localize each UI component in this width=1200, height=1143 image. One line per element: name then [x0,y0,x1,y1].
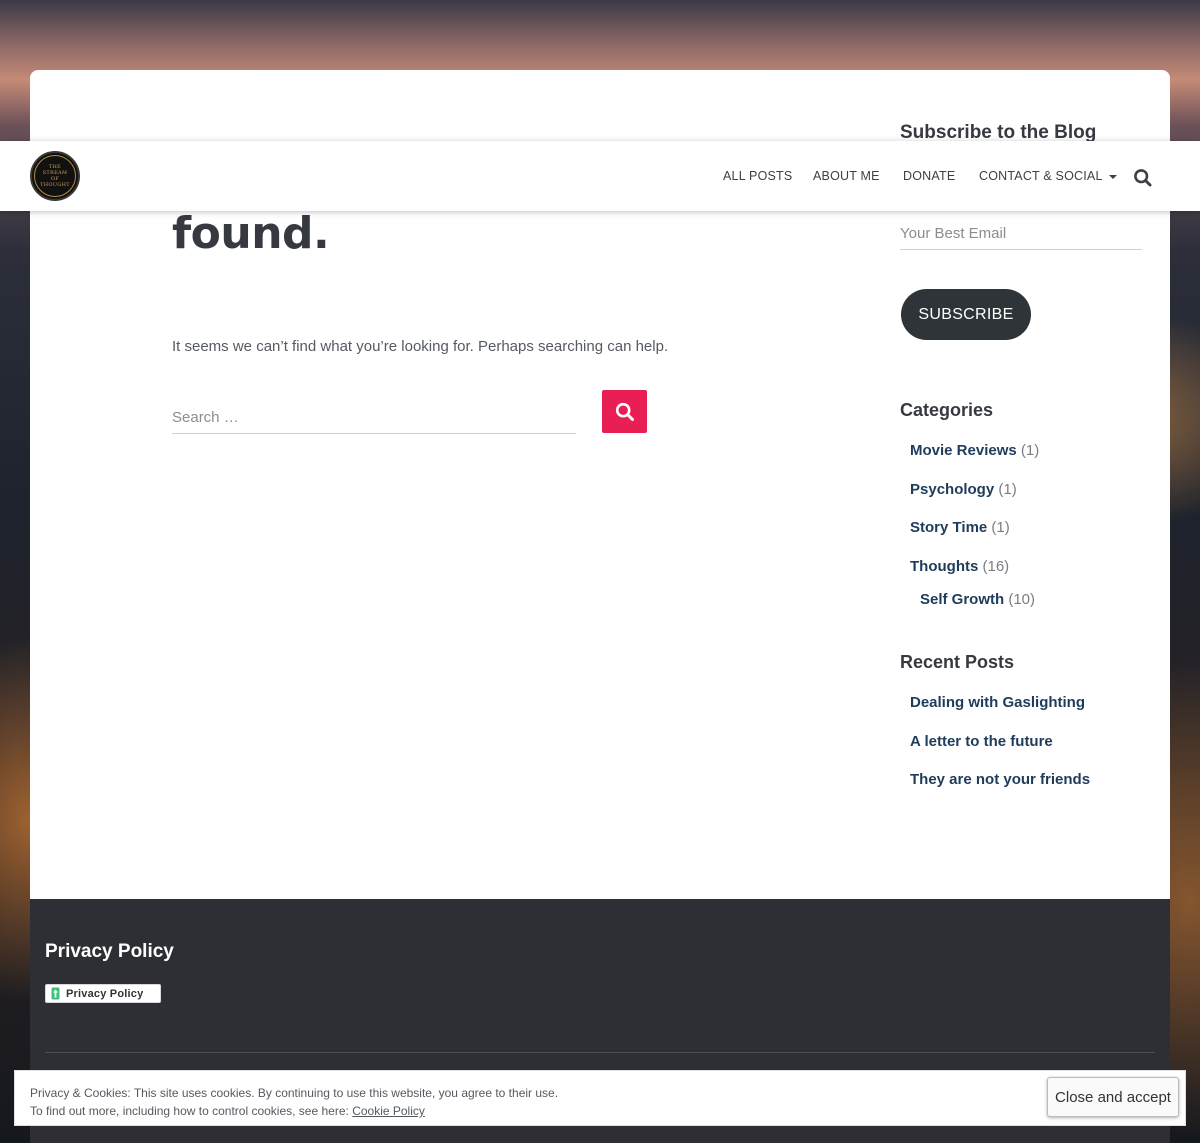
caret-down-icon [1108,174,1117,179]
list-item: They are not your friends [910,771,1090,788]
footer-title: Privacy Policy [45,941,174,962]
recent-post-link[interactable]: Dealing with Gaslighting [910,694,1085,711]
logo-text: THE STREAM OF THOUGHT [40,164,70,188]
not-found-message: It seems we can’t find what you’re looki… [172,338,669,355]
cookie-banner: Privacy & Cookies: This site uses cookie… [14,1070,1186,1126]
category-link[interactable]: Story Time [910,519,987,536]
category-link[interactable]: Movie Reviews [910,442,1017,459]
list-item: Psychology (1) [910,481,1017,498]
category-count: (1) [998,481,1017,498]
search-submit-button[interactable] [602,390,647,433]
category-count: (10) [1008,591,1036,608]
recent-post-link[interactable]: A letter to the future [910,733,1053,750]
recent-posts-heading: Recent Posts [900,652,1015,672]
list-item: Self Growth (10) [920,591,1035,608]
upload-arrow-icon [51,987,60,1000]
category-count: (16) [982,558,1010,575]
cookie-more-info: To find out more, including how to contr… [30,1104,425,1118]
nav-item-donate[interactable]: DONATE [903,169,955,183]
navbar: THE STREAM OF THOUGHT ALL POSTS ABOUT ME… [0,141,1200,211]
search-form [172,390,647,435]
list-item: Story Time (1) [910,519,1010,536]
cookie-notice-text: Privacy & Cookies: This site uses cookie… [30,1086,559,1100]
footer-divider [45,1052,1155,1053]
category-link[interactable]: Self Growth [920,591,1004,608]
subscribe-button[interactable]: SUBSCRIBE [901,289,1031,340]
recent-post-link[interactable]: They are not your friends [910,771,1090,788]
category-link[interactable]: Thoughts [910,558,978,575]
list-item: A letter to the future [910,733,1053,750]
cookie-more-info-prefix: To find out more, including how to contr… [30,1104,353,1118]
category-link[interactable]: Psychology [910,481,994,498]
close-and-accept-button[interactable]: Close and accept [1047,1077,1179,1117]
nav-item-all-posts[interactable]: ALL POSTS [723,169,792,183]
email-field[interactable] [900,218,1142,250]
list-item: Dealing with Gaslighting [910,694,1085,711]
privacy-badge-label: Privacy Policy [66,987,144,1000]
logo-emblem: THE STREAM OF THOUGHT [34,155,76,197]
nav-item-contact-social[interactable]: CONTACT & SOCIAL [979,169,1117,183]
search-icon [615,402,634,421]
nav-item-about-me[interactable]: ABOUT ME [813,169,880,183]
search-input[interactable] [172,402,576,434]
search-icon[interactable] [1133,168,1153,188]
page-title: found. [172,208,330,259]
list-item: Thoughts (16) [910,558,1009,575]
category-count: (1) [1020,442,1040,459]
cookie-policy-link[interactable]: Cookie Policy [352,1104,425,1118]
category-count: (1) [991,519,1010,536]
site-logo[interactable]: THE STREAM OF THOUGHT [30,151,80,201]
privacy-policy-badge[interactable]: Privacy Policy [45,984,161,1003]
list-item: Movie Reviews (1) [910,442,1039,459]
categories-heading: Categories [900,400,994,420]
nav-item-label: CONTACT & SOCIAL [979,169,1103,183]
